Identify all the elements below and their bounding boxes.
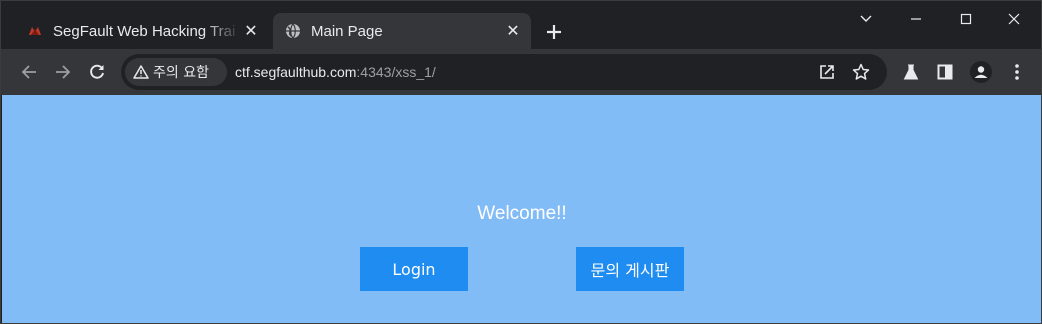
- new-tab-button[interactable]: [541, 19, 567, 45]
- tab-strip: SegFault Web Hacking Trai ✕ Main Page ✕: [1, 1, 1041, 49]
- side-panel-button[interactable]: [933, 60, 957, 84]
- url-text[interactable]: ctf.segfaulthub.com:4343/xss_1/: [235, 54, 436, 90]
- toolbar: 주의 요함 ctf.segfaulthub.com:4343/xss_1/: [1, 49, 1041, 95]
- security-chip[interactable]: 주의 요함: [125, 58, 227, 86]
- close-icon: [1008, 13, 1020, 25]
- kebab-menu-icon: [1015, 64, 1019, 80]
- url-path: :4343/xss_1/: [356, 64, 436, 80]
- browser-window: SegFault Web Hacking Trai ✕ Main Page ✕: [0, 0, 1042, 324]
- security-label: 주의 요함: [153, 65, 209, 81]
- share-button[interactable]: [815, 60, 839, 84]
- segfault-logo-icon: [27, 23, 43, 39]
- arrow-left-icon: [21, 65, 36, 79]
- login-button[interactable]: Login: [360, 247, 468, 291]
- maximize-button[interactable]: [943, 5, 989, 33]
- minimize-button[interactable]: [893, 5, 939, 33]
- back-button[interactable]: [15, 58, 43, 86]
- url-host: ctf.segfaulthub.com: [235, 64, 357, 80]
- reload-icon: [90, 64, 104, 79]
- reload-button[interactable]: [83, 58, 111, 86]
- close-tab-icon[interactable]: ✕: [503, 21, 523, 41]
- tab-title: Main Page: [311, 22, 383, 40]
- welcome-heading: Welcome!!: [477, 203, 567, 224]
- close-window-button[interactable]: [991, 5, 1037, 33]
- plus-icon: [547, 25, 561, 39]
- tab-title: SegFault Web Hacking Trai: [53, 22, 236, 40]
- close-tab-icon[interactable]: ✕: [241, 21, 261, 41]
- side-panel-icon: [937, 64, 953, 80]
- star-icon: [852, 63, 870, 80]
- inquiry-board-button[interactable]: 문의 게시판: [576, 247, 684, 291]
- tab-segfault[interactable]: SegFault Web Hacking Trai ✕: [15, 13, 269, 49]
- labs-button[interactable]: [899, 60, 923, 84]
- warning-icon: [133, 65, 149, 79]
- minimize-icon: [911, 18, 921, 20]
- page-content: Welcome!! Login 문의 게시판: [2, 95, 1041, 323]
- share-icon: [820, 65, 834, 79]
- avatar-icon: [970, 61, 992, 83]
- chevron-down-icon: [860, 15, 872, 22]
- tab-search-button[interactable]: [843, 5, 889, 33]
- profile-button[interactable]: [969, 60, 993, 84]
- bookmark-button[interactable]: [849, 60, 873, 84]
- globe-icon: [285, 23, 301, 39]
- forward-button[interactable]: [49, 58, 77, 86]
- tab-main-page[interactable]: Main Page ✕: [273, 13, 531, 49]
- menu-button[interactable]: [1005, 60, 1029, 84]
- arrow-right-icon: [56, 65, 71, 79]
- maximize-icon: [960, 13, 972, 25]
- address-bar[interactable]: 주의 요함 ctf.segfaulthub.com:4343/xss_1/: [121, 54, 887, 90]
- flask-icon: [903, 64, 919, 80]
